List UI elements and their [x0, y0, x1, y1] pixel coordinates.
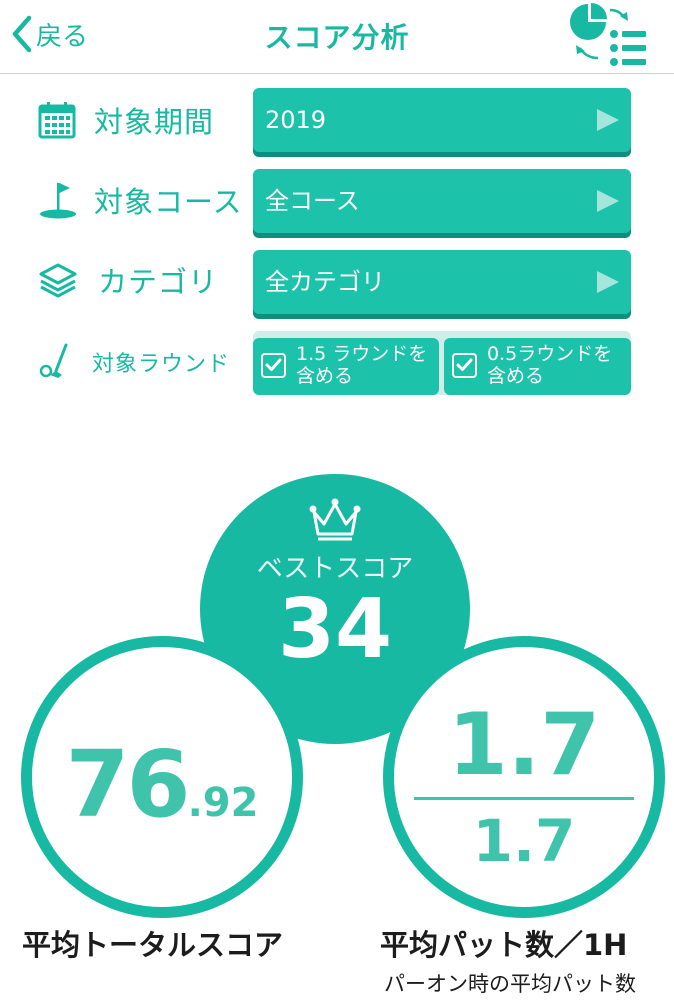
course-label-row: 対象コース	[38, 178, 243, 222]
course-select[interactable]: 全コース	[253, 169, 631, 233]
average-score-integer: 76	[65, 731, 191, 838]
divider	[414, 797, 634, 800]
period-value: 2019	[265, 106, 327, 134]
include-0-5-round-checkbox[interactable]: 0.5ラウンドを 含める	[444, 338, 631, 395]
period-select[interactable]: 2019	[253, 88, 631, 152]
checkbox-checked-icon	[261, 353, 286, 378]
category-label-row: カテゴリ	[38, 258, 218, 302]
average-score-caption: 平均トータルスコア	[22, 928, 284, 962]
calendar-icon	[38, 102, 76, 139]
category-select[interactable]: 全カテゴリ	[253, 250, 631, 314]
category-label: カテゴリ	[98, 265, 219, 299]
play-arrow-icon	[597, 109, 619, 131]
include-1-5-round-checkbox[interactable]: 1.5 ラウンドを 含める	[253, 338, 439, 395]
average-score-decimal: .92	[187, 780, 259, 826]
round-label: 対象ラウンド	[92, 352, 231, 377]
golf-club-icon	[39, 343, 68, 378]
average-putts-ring: 1.7 1.7	[383, 636, 665, 918]
top-bar: 戻る スコア分析	[0, 0, 674, 74]
course-value: 全コース	[265, 187, 360, 215]
average-putts-value: 1.7	[447, 695, 601, 795]
period-label-row: 対象期間	[38, 98, 214, 142]
chart-list-toggle-icon[interactable]	[558, 2, 650, 70]
checkbox-checked-icon	[452, 353, 477, 378]
category-value: 全カテゴリ	[265, 268, 385, 296]
average-score-ring: 76.92	[21, 636, 303, 918]
crown-icon	[309, 498, 361, 541]
include-0-5-round-label: 0.5ラウンドを 含める	[487, 343, 613, 387]
green-in-regulation-putts-value: 1.7	[472, 807, 576, 875]
period-label: 対象期間	[94, 105, 215, 139]
average-putts-caption: 平均パット数／1H	[380, 928, 628, 962]
golf-flag-icon	[40, 183, 76, 219]
average-score-value: 76.92	[32, 731, 292, 838]
round-label-row: 対象ラウンド	[38, 342, 230, 382]
best-score-label: ベストスコア	[256, 554, 414, 584]
average-putts-subcaption: パーオン時の平均パット数	[384, 972, 636, 996]
play-arrow-icon	[597, 190, 619, 212]
play-arrow-icon	[597, 271, 619, 293]
round-options: 1.5 ラウンドを 含める 0.5ラウンドを 含める	[253, 331, 631, 395]
include-1-5-round-label: 1.5 ラウンドを 含める	[296, 343, 428, 387]
layers-icon	[39, 263, 77, 298]
course-label: 対象コース	[94, 185, 243, 219]
